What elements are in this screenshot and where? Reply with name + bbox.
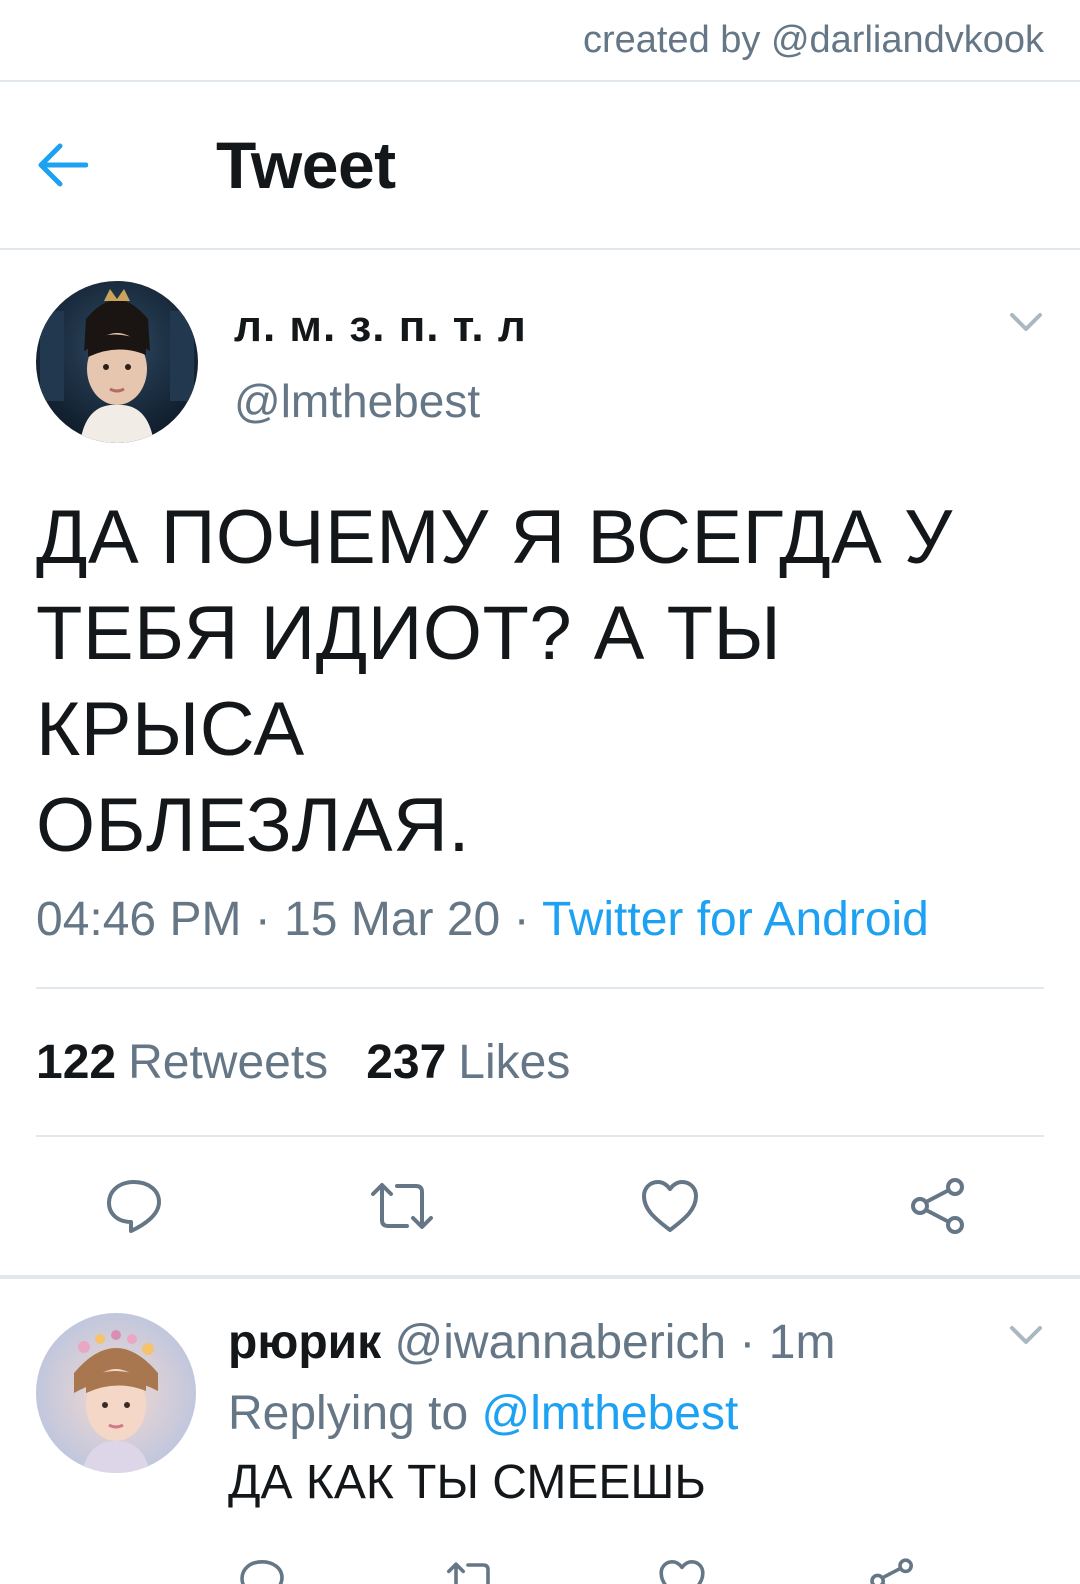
retweets-stat[interactable]: 122 Retweets — [36, 1035, 328, 1090]
likes-label: Likes — [458, 1035, 571, 1089]
arrow-left-icon — [38, 143, 88, 187]
tweet-meta: 04:46 PM · 15 Mar 20 · Twitter for Andro… — [36, 892, 1044, 987]
retweet-icon — [371, 1183, 433, 1229]
tweet-actions — [36, 1137, 1044, 1275]
replying-prefix: Replying to — [228, 1387, 482, 1440]
avatar[interactable] — [36, 281, 198, 443]
tweet-date: 15 Mar 20 — [284, 893, 501, 946]
reply-icon — [240, 1560, 284, 1584]
share-button[interactable] — [858, 1547, 926, 1584]
avatar[interactable] — [36, 1313, 196, 1473]
chevron-down-icon[interactable] — [1008, 310, 1044, 334]
reply-header: рюрик @iwannaberich · 1m — [228, 1315, 926, 1370]
page-title: Tweet — [216, 128, 396, 202]
reply-age: · 1m — [726, 1316, 836, 1369]
reply-actions — [228, 1526, 926, 1584]
reply-tweet[interactable]: рюрик @iwannaberich · 1m Replying to @lm… — [0, 1279, 1080, 1584]
retweets-label: Retweets — [128, 1035, 329, 1089]
share-icon — [911, 1178, 964, 1234]
tweet-author: л. м. з. п. т. л @lmthebest — [36, 280, 1044, 444]
retweet-button[interactable] — [438, 1547, 506, 1584]
share-icon — [870, 1558, 913, 1584]
reply-icon — [107, 1180, 161, 1233]
retweets-count: 122 — [36, 1035, 117, 1089]
main-tweet: л. м. з. п. т. л @lmthebest ДА ПОЧЕМУ Я … — [0, 250, 1080, 1275]
meta-separator: · — [500, 893, 543, 946]
user-handle[interactable]: @iwannaberich — [395, 1316, 727, 1369]
like-icon — [642, 1180, 698, 1232]
mention-link[interactable]: @lmthebest — [481, 1387, 738, 1440]
tweet-time: 04:46 PM — [36, 893, 242, 946]
tweet-text-line: ДА ПОЧЕМУ Я ВСЕГДА У — [36, 495, 953, 580]
reply-text: ДА КАК ТЫ СМЕЕШЬ — [228, 1456, 706, 1509]
tweet-text-line: ОБЛЕЗЛАЯ. — [36, 783, 471, 868]
top-app-bar: Tweet — [0, 82, 1080, 250]
retweet-button[interactable] — [368, 1172, 436, 1240]
reply-button[interactable] — [100, 1172, 168, 1240]
meta-separator: · — [241, 893, 285, 946]
reply-button[interactable] — [228, 1547, 296, 1584]
share-button[interactable] — [904, 1172, 972, 1240]
back-button[interactable] — [36, 115, 146, 215]
tweet-stats: 122 Retweets 237 Likes — [36, 989, 1044, 1135]
replying-to: Replying to @lmthebest — [228, 1386, 926, 1441]
retweet-icon — [447, 1562, 490, 1584]
tweet-text-line: ТЕБЯ ИДИОТ? А ТЫ КРЫСА — [36, 591, 782, 772]
chevron-down-icon[interactable] — [1008, 1323, 1044, 1347]
like-button[interactable] — [636, 1172, 704, 1240]
credit-bar: created by @darliandvkook — [0, 0, 1080, 82]
likes-count: 237 — [366, 1035, 447, 1089]
tweet-text: ДА ПОЧЕМУ Я ВСЕГДА У ТЕБЯ ИДИОТ? А ТЫ КР… — [36, 490, 1044, 874]
display-name[interactable]: л. м. з. п. т. л — [234, 302, 527, 352]
credit-text: created by @darliandvkook — [582, 18, 1044, 61]
like-button[interactable] — [648, 1547, 716, 1584]
likes-stat[interactable]: 237 Likes — [366, 1035, 570, 1090]
tweet-source-link[interactable]: Twitter for Android — [542, 893, 929, 946]
display-name[interactable]: рюрик — [228, 1316, 381, 1369]
user-handle[interactable]: @lmthebest — [234, 374, 527, 428]
like-icon — [659, 1560, 705, 1584]
